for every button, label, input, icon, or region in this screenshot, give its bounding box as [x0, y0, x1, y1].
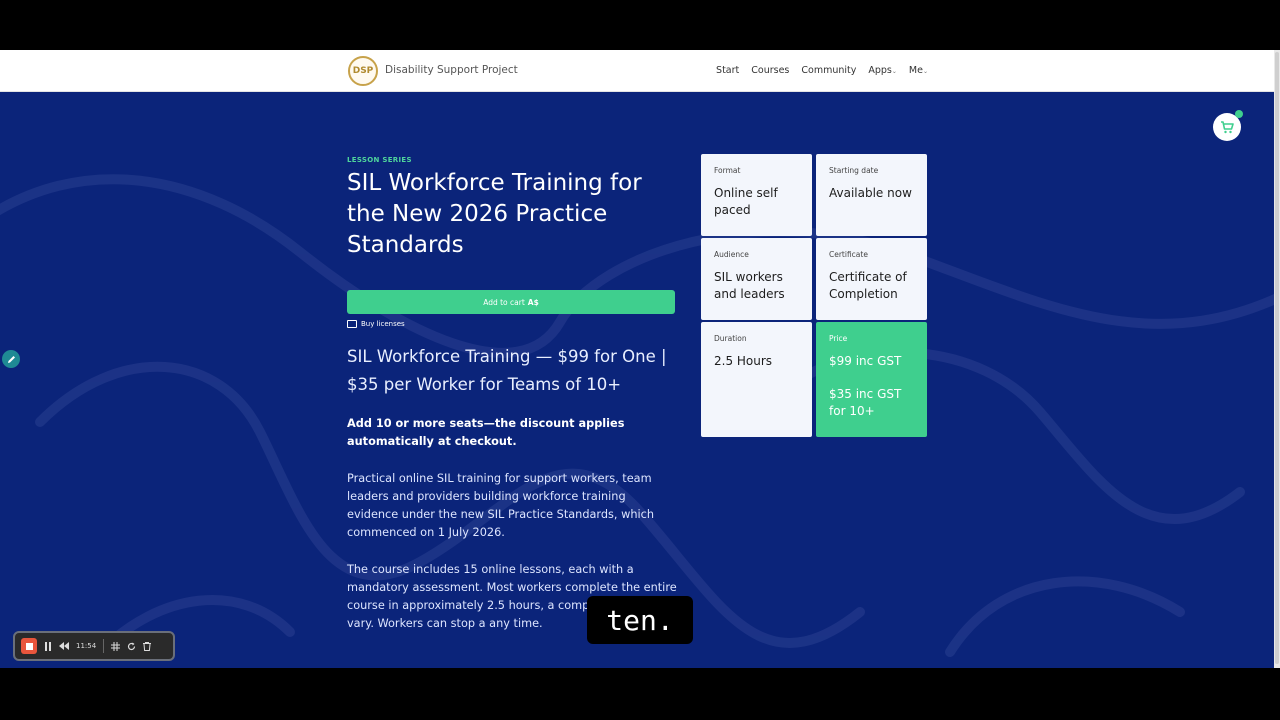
- discount-note: Add 10 or more seats—the discount applie…: [347, 417, 625, 448]
- card-label: Duration: [714, 334, 747, 343]
- page-scrollbar[interactable]: [1274, 50, 1280, 668]
- floating-cart-button[interactable]: [1213, 110, 1243, 141]
- stop-recording-button[interactable]: [21, 638, 37, 654]
- rewind-icon: [59, 642, 69, 650]
- chevron-down-icon: ⌄: [891, 68, 897, 75]
- nav-apps-label: Apps: [868, 65, 892, 76]
- course-subtitle: SIL Workforce Training — $99 for One | $…: [347, 347, 667, 394]
- screen-recorder-toolbar: 11:54: [13, 631, 175, 661]
- info-card-certificate: Certificate Certificate of Completion: [816, 238, 927, 320]
- logo-text: DSP: [352, 66, 374, 76]
- nav-apps[interactable]: Apps⌄: [868, 65, 897, 76]
- price-team: $35 inc GST for 10+: [829, 387, 902, 418]
- info-card-audience: Audience SIL workers and leaders: [701, 238, 812, 320]
- nav-start[interactable]: Start: [716, 65, 739, 76]
- add-to-cart-price: A$: [527, 297, 539, 307]
- description-paragraph: Practical online SIL training for suppor…: [347, 472, 655, 539]
- toolbar-divider: [103, 639, 105, 653]
- card-value: Certificate of Completion: [829, 270, 907, 301]
- restart-icon: [128, 642, 136, 650]
- site-header: DSP Disability Support Project Start Cou…: [0, 50, 1274, 92]
- buy-licenses-label: Buy licenses: [361, 320, 405, 328]
- chevron-down-icon: ⌄: [922, 68, 928, 75]
- stop-icon: [25, 642, 33, 650]
- card-label: Audience: [714, 250, 749, 259]
- edit-button[interactable]: [2, 350, 20, 368]
- add-to-cart-button[interactable]: Add to cart A$: [347, 290, 675, 314]
- card-value: Online self paced: [714, 186, 778, 217]
- add-to-cart-label: Add to cart: [483, 297, 525, 307]
- rewind-button[interactable]: [59, 642, 69, 650]
- grid-icon: [111, 641, 121, 651]
- card-label: Starting date: [829, 166, 879, 175]
- brand-name[interactable]: Disability Support Project: [385, 64, 518, 76]
- browser-page: DSP Disability Support Project Start Cou…: [0, 50, 1274, 668]
- buy-licenses-link[interactable]: Buy licenses: [347, 320, 405, 328]
- video-letterbox-bottom: [0, 668, 1280, 720]
- info-card-format: Format Online self paced: [701, 154, 812, 236]
- info-card-starting-date: Starting date Available now: [816, 154, 927, 236]
- card-value: Available now: [829, 186, 912, 200]
- cart-icon: [1221, 120, 1234, 133]
- pencil-icon: [7, 355, 15, 363]
- info-card-price: Price $99 inc GST $35 inc GST for 10+: [816, 322, 927, 437]
- trash-icon: [143, 641, 152, 651]
- scrollbar-thumb[interactable]: [1275, 52, 1279, 664]
- card-label: Certificate: [829, 250, 868, 259]
- nav-me-label: Me: [908, 65, 923, 76]
- price-single: $99 inc GST: [829, 354, 902, 368]
- nav-community[interactable]: Community: [801, 65, 856, 76]
- card-value: SIL workers and leaders: [714, 270, 785, 301]
- pause-button[interactable]: [44, 641, 52, 651]
- recording-timer: 11:54: [76, 642, 97, 650]
- licenses-icon: [347, 320, 357, 328]
- eyebrow-label: LESSON SERIES: [347, 156, 412, 164]
- card-label: Price: [829, 334, 848, 343]
- page-title: SIL Workforce Training for the New 2026 …: [347, 170, 642, 258]
- video-letterbox-top: [0, 0, 1280, 50]
- restart-button[interactable]: [127, 642, 136, 651]
- delete-button[interactable]: [143, 641, 152, 651]
- card-value: 2.5 Hours: [714, 354, 773, 368]
- site-logo[interactable]: DSP: [348, 56, 378, 86]
- info-card-duration: Duration 2.5 Hours: [701, 322, 812, 437]
- card-label: Format: [714, 166, 741, 175]
- grid-button[interactable]: [111, 641, 121, 651]
- pause-icon: [45, 641, 51, 651]
- nav-courses[interactable]: Courses: [751, 65, 789, 76]
- video-caption: ten.: [587, 596, 693, 644]
- nav-me[interactable]: Me⌄: [909, 65, 928, 76]
- cart-badge: [1235, 110, 1243, 118]
- main-nav: Start Courses Community Apps⌄ Me⌄: [716, 65, 928, 76]
